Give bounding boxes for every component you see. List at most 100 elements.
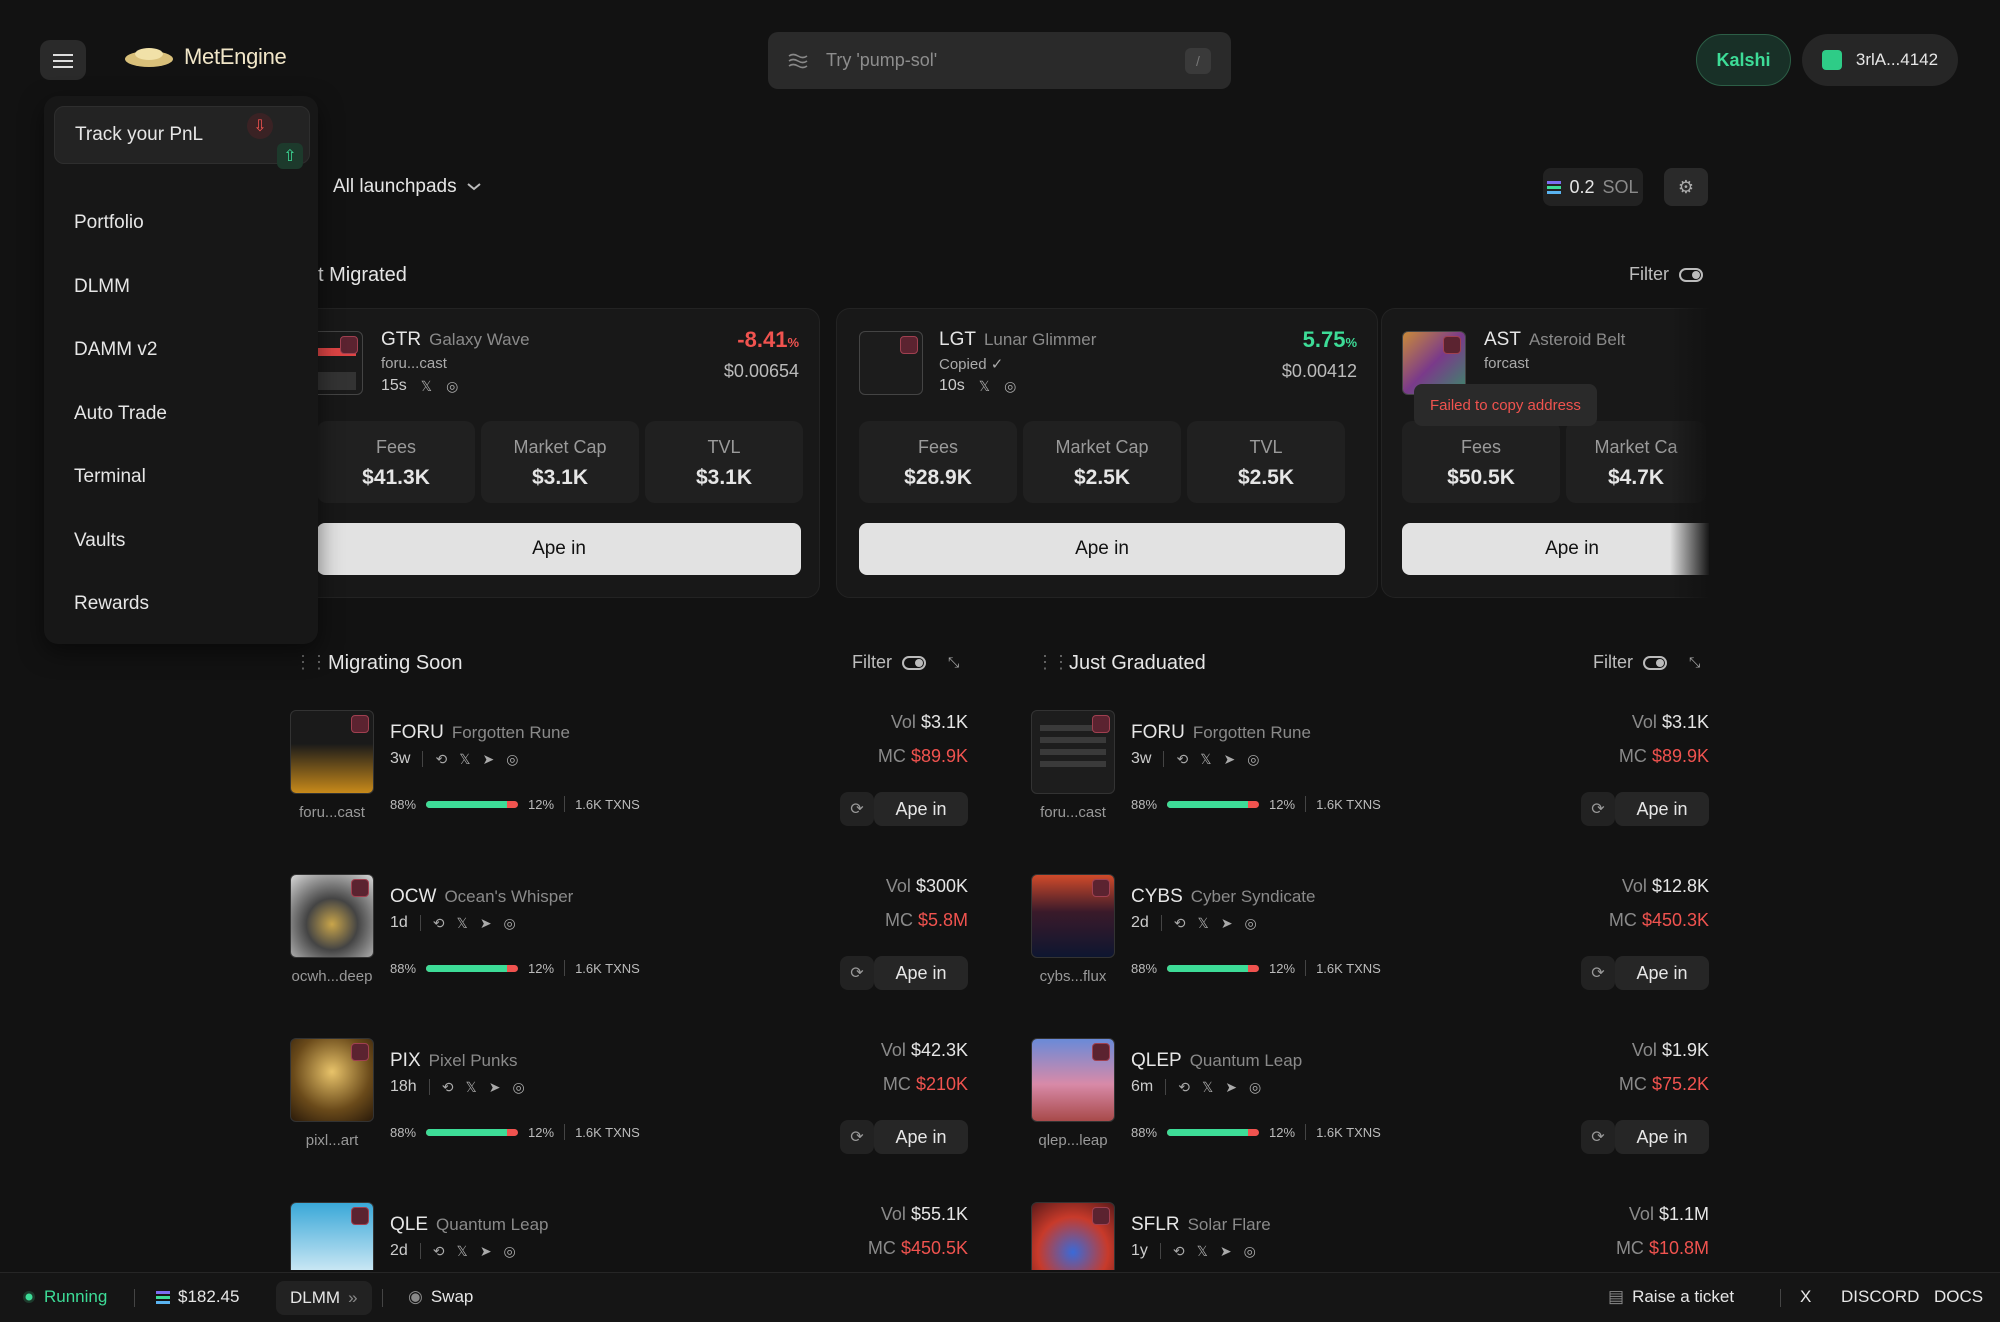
x-icon[interactable]: 𝕏 xyxy=(979,378,990,395)
ape-in-button[interactable]: Ape in xyxy=(1615,956,1709,990)
collapse-icon[interactable]: ⤡ xyxy=(1689,654,1700,671)
list-item[interactable]: SFLR Solar Flare 1y ⟲ 𝕏 ➤ ◎ Vol $1.1M MC $10.… xyxy=(1031,1202,1709,1270)
instagram-icon[interactable]: ◎ xyxy=(1245,915,1257,932)
x-icon[interactable]: 𝕏 xyxy=(421,378,432,395)
discord-link[interactable]: DISCORD xyxy=(1841,1287,1919,1307)
website-icon[interactable]: ⟲ xyxy=(1173,1243,1185,1260)
raise-ticket-button[interactable]: ▤ Raise a ticket xyxy=(1608,1287,1734,1307)
drag-handle-icon[interactable]: ⋮⋮ xyxy=(294,652,328,673)
x-icon[interactable]: 𝕏 xyxy=(457,1243,468,1260)
migrating-soon-filter[interactable]: Filter ⤡ xyxy=(852,652,959,673)
telegram-icon[interactable]: ➤ xyxy=(1221,915,1233,932)
x-icon[interactable]: 𝕏 xyxy=(1200,751,1211,768)
drag-handle-icon[interactable]: ⋮⋮ xyxy=(1036,652,1070,673)
website-icon[interactable]: ⟲ xyxy=(1178,1079,1190,1096)
search-input[interactable]: Try 'pump-sol' / xyxy=(768,32,1231,89)
telegram-icon[interactable]: ➤ xyxy=(1223,751,1235,768)
ape-in-button[interactable]: Ape in xyxy=(317,523,801,575)
ape-in-button[interactable]: Ape in xyxy=(874,1120,968,1154)
website-icon[interactable]: ⟲ xyxy=(442,1079,454,1096)
instagram-icon[interactable]: ◎ xyxy=(506,751,518,768)
website-icon[interactable]: ⟲ xyxy=(435,751,447,768)
website-icon[interactable]: ⟲ xyxy=(1176,751,1188,768)
telegram-icon[interactable]: ➤ xyxy=(1220,1243,1232,1260)
token-handle[interactable]: cybs...flux xyxy=(1031,968,1115,985)
launchpads-select[interactable]: All launchpads xyxy=(333,176,481,198)
x-icon[interactable]: 𝕏 xyxy=(457,915,468,932)
instagram-icon[interactable]: ◎ xyxy=(1247,751,1259,768)
menu-item-terminal[interactable]: Terminal xyxy=(74,466,146,488)
x-icon[interactable]: 𝕏 xyxy=(1202,1079,1213,1096)
instagram-icon[interactable]: ◎ xyxy=(512,1079,524,1096)
x-icon[interactable]: 𝕏 xyxy=(465,1079,476,1096)
refresh-button[interactable]: ⟳ xyxy=(840,792,874,826)
menu-item-damm-v2[interactable]: DAMM v2 xyxy=(74,339,157,361)
list-item[interactable]: pixl...art PIX Pixel Punks 18h ⟲ 𝕏 ➤ ◎ 88% 12%… xyxy=(290,1038,968,1202)
dlmm-chip[interactable]: DLMM » xyxy=(276,1281,372,1315)
telegram-icon[interactable]: ➤ xyxy=(482,751,494,768)
list-item[interactable]: foru...cast FORU Forgotten Rune 3w ⟲ 𝕏 ➤ ◎ 88… xyxy=(290,710,968,874)
logo[interactable]: MetEngine xyxy=(124,44,287,70)
instagram-icon[interactable]: ◎ xyxy=(504,915,516,932)
instagram-icon[interactable]: ◎ xyxy=(504,1243,516,1260)
swap-button[interactable]: ◉ Swap xyxy=(408,1287,473,1307)
x-icon[interactable]: 𝕏 xyxy=(459,751,470,768)
refresh-button[interactable]: ⟳ xyxy=(1581,956,1615,990)
market-cap: MC $450.5K xyxy=(868,1238,968,1259)
menu-button[interactable] xyxy=(40,40,86,80)
telegram-icon[interactable]: ➤ xyxy=(489,1079,501,1096)
token-handle[interactable]: forcast xyxy=(1484,355,1529,372)
ape-in-button[interactable]: Ape in xyxy=(859,523,1345,575)
refresh-button[interactable]: ⟳ xyxy=(1581,792,1615,826)
menu-item-portfolio[interactable]: Portfolio xyxy=(74,212,144,234)
x-link[interactable]: X xyxy=(1800,1287,1811,1307)
x-icon[interactable]: 𝕏 xyxy=(1197,1243,1208,1260)
refresh-button[interactable]: ⟳ xyxy=(840,956,874,990)
ape-in-button[interactable]: Ape in xyxy=(1615,1120,1709,1154)
instagram-icon[interactable]: ◎ xyxy=(1249,1079,1261,1096)
settings-button[interactable]: ⚙ xyxy=(1664,168,1708,206)
token-handle[interactable]: ocwh...deep xyxy=(290,968,374,985)
wallet-button[interactable]: 3rlA...4142 xyxy=(1802,34,1958,86)
kalshi-button[interactable]: Kalshi xyxy=(1696,34,1791,86)
ape-in-button[interactable]: Ape in xyxy=(1615,792,1709,826)
telegram-icon[interactable]: ➤ xyxy=(1225,1079,1237,1096)
menu-item-dlmm[interactable]: DLMM xyxy=(74,276,130,298)
website-icon[interactable]: ⟲ xyxy=(433,915,445,932)
list-item[interactable]: foru...cast FORU Forgotten Rune 3w ⟲ 𝕏 ➤ ◎ 88… xyxy=(1031,710,1709,874)
token-name: Quantum Leap xyxy=(436,1215,549,1234)
list-item[interactable]: QLE Quantum Leap 2d ⟲ 𝕏 ➤ ◎ Vol $55.1K MC $45… xyxy=(290,1202,968,1270)
sol-amount-chip[interactable]: 0.2 SOL xyxy=(1543,168,1643,206)
list-item[interactable]: cybs...flux CYBS Cyber Syndicate 2d ⟲ 𝕏 ➤ ◎ 8… xyxy=(1031,874,1709,1038)
token-handle[interactable]: qlep...leap xyxy=(1031,1132,1115,1149)
collapse-icon[interactable]: ⤡ xyxy=(948,654,959,671)
ape-in-button[interactable]: Ape in xyxy=(874,792,968,826)
x-icon[interactable]: 𝕏 xyxy=(1198,915,1209,932)
ape-in-button[interactable]: Ape in xyxy=(1402,523,1709,575)
instagram-icon[interactable]: ◎ xyxy=(1244,1243,1256,1260)
instagram-icon[interactable]: ◎ xyxy=(1004,378,1016,395)
token-name: Solar Flare xyxy=(1187,1215,1271,1234)
token-age: 1y xyxy=(1131,1242,1148,1259)
list-item[interactable]: ocwh...deep OCW Ocean's Whisper 1d ⟲ 𝕏 ➤ ◎ 88… xyxy=(290,874,968,1038)
telegram-icon[interactable]: ➤ xyxy=(480,915,492,932)
just-migrated-filter[interactable]: Filter xyxy=(1629,264,1703,285)
instagram-icon[interactable]: ◎ xyxy=(446,378,458,395)
refresh-button[interactable]: ⟳ xyxy=(840,1120,874,1154)
website-icon[interactable]: ⟲ xyxy=(433,1243,445,1260)
docs-link[interactable]: DOCS xyxy=(1934,1287,1983,1307)
track-pnl-item[interactable]: Track your PnL ⇩ ⇧ xyxy=(54,106,310,169)
token-handle[interactable]: pixl...art xyxy=(290,1132,374,1149)
telegram-icon[interactable]: ➤ xyxy=(480,1243,492,1260)
just-graduated-filter[interactable]: Filter ⤡ xyxy=(1593,652,1700,673)
token-handle[interactable]: foru...cast xyxy=(290,804,374,821)
menu-item-auto-trade[interactable]: Auto Trade xyxy=(74,403,167,425)
refresh-button[interactable]: ⟳ xyxy=(1581,1120,1615,1154)
token-handle[interactable]: foru...cast xyxy=(1031,804,1115,821)
menu-item-rewards[interactable]: Rewards xyxy=(74,593,149,615)
ape-in-button[interactable]: Ape in xyxy=(874,956,968,990)
menu-item-vaults[interactable]: Vaults xyxy=(74,530,125,552)
token-handle[interactable]: foru...cast xyxy=(381,355,447,372)
list-item[interactable]: qlep...leap QLEP Quantum Leap 6m ⟲ 𝕏 ➤ ◎ 88% 1… xyxy=(1031,1038,1709,1202)
website-icon[interactable]: ⟲ xyxy=(1174,915,1186,932)
